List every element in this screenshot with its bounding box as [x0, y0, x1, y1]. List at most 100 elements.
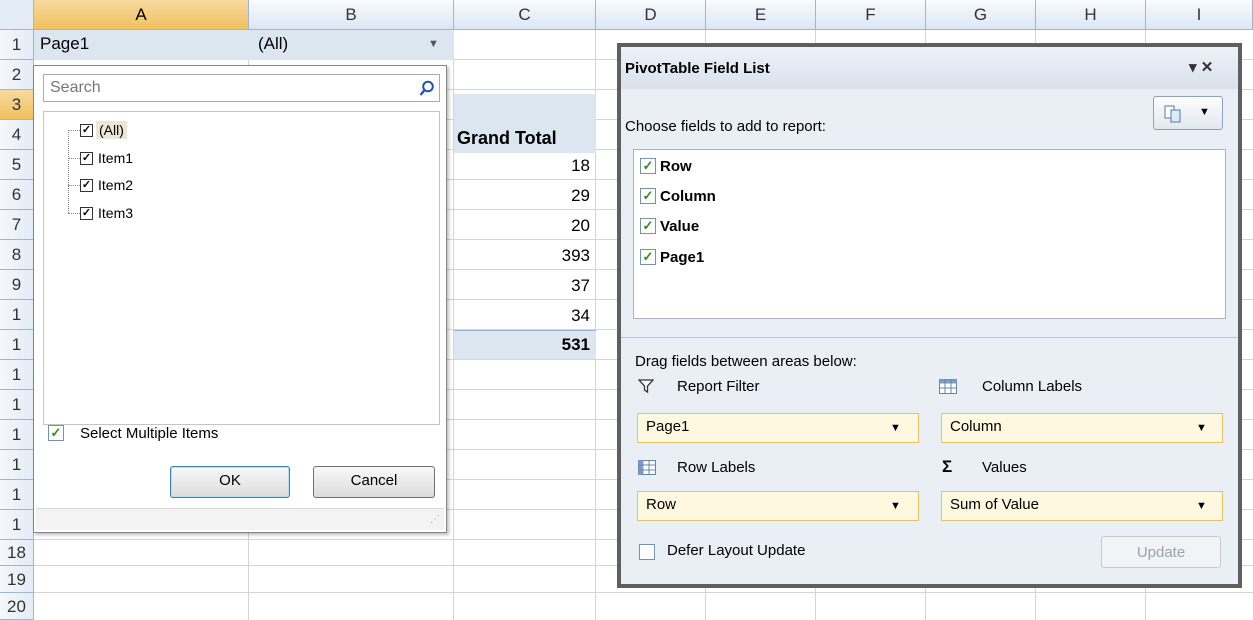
pivot-title-bar[interactable]: PivotTable Field List ▾ ✕ [621, 47, 1238, 89]
row-header-13[interactable]: 1 [0, 390, 34, 420]
grand-total-value-4[interactable]: 393 [454, 246, 590, 266]
filter-item-item1[interactable]: ✓ Item1 [80, 148, 160, 170]
grand-total-sum[interactable]: 531 [454, 335, 590, 355]
grand-total-value-2[interactable]: 29 [454, 186, 590, 206]
drag-fields-label: Drag fields between areas below: [635, 353, 857, 370]
filter-funnel-icon [638, 379, 654, 394]
field-list: ✓ Row ✓ Column ✓ Value ✓ Page1 [633, 149, 1226, 319]
column-header-f[interactable]: F [816, 0, 926, 30]
pivot-page-filter-row [34, 30, 454, 60]
row-header-19[interactable]: 19 [0, 566, 34, 593]
row-header-17[interactable]: 1 [0, 510, 34, 540]
filter-item-all-checkbox[interactable]: ✓ [80, 124, 93, 137]
filter-item-item2-checkbox[interactable]: ✓ [80, 179, 93, 192]
column-labels-label: Column Labels [982, 378, 1083, 395]
defer-layout-label[interactable]: Defer Layout Update [667, 542, 805, 559]
defer-layout-checkbox[interactable] [639, 544, 655, 560]
sigma-icon: Σ [942, 457, 953, 476]
values-label: Values [982, 459, 1027, 476]
cell-b1[interactable]: (All) [258, 34, 288, 54]
search-box[interactable]: Search [43, 74, 440, 102]
row-header-18[interactable]: 18 [0, 540, 34, 566]
grand-total-value-3[interactable]: 20 [454, 216, 590, 236]
field-value-label: Value [660, 218, 700, 235]
column-header-d[interactable]: D [596, 0, 706, 30]
update-button[interactable]: Update [1101, 536, 1221, 568]
grand-total-value-6[interactable]: 34 [454, 306, 590, 326]
column-header-a[interactable]: A [34, 0, 249, 30]
row-header-6[interactable]: 6 [0, 180, 34, 210]
select-all-corner[interactable] [0, 0, 34, 30]
report-filter-arrow-icon: ▼ [890, 422, 901, 434]
column-header-i[interactable]: I [1146, 0, 1253, 30]
field-row-label: Row [660, 158, 692, 175]
column-header-c[interactable]: C [454, 0, 596, 30]
row-labels-label: Row Labels [677, 459, 756, 476]
row-header-15[interactable]: 1 [0, 450, 34, 480]
row-header-11[interactable]: 1 [0, 330, 34, 360]
row-header-12[interactable]: 1 [0, 360, 34, 390]
row-header-14[interactable]: 1 [0, 420, 34, 450]
column-header-e[interactable]: E [706, 0, 816, 30]
filter-item-tree: ✓ (All) ✓ Item1 ✓ Item2 ✓ Item3 [43, 111, 440, 425]
row-header-7[interactable]: 7 [0, 210, 34, 240]
filter-item-item2-label: Item2 [98, 177, 134, 193]
select-multiple-label[interactable]: Select Multiple Items [80, 425, 218, 442]
field-value-checkbox[interactable]: ✓ [640, 218, 656, 234]
filter-item-all-label: (All) [96, 121, 127, 139]
layout-options-button[interactable]: ▼ [1153, 96, 1223, 130]
filter-item-item1-checkbox[interactable]: ✓ [80, 152, 93, 165]
resize-grip-icon[interactable]: ⋰ [430, 514, 440, 525]
report-filter-dropdown[interactable]: Page1 ▼ [637, 413, 919, 443]
filter-item-item3-label: Item3 [98, 205, 134, 221]
filter-item-item3-checkbox[interactable]: ✓ [80, 207, 93, 220]
field-page1-label: Page1 [660, 249, 705, 266]
column-header-b[interactable]: B [249, 0, 454, 30]
ok-button[interactable]: OK [170, 466, 290, 498]
row-header-4[interactable]: 4 [0, 120, 34, 150]
row-header-1[interactable]: 1 [0, 30, 34, 60]
field-page1-checkbox[interactable]: ✓ [640, 249, 656, 265]
field-row-checkbox[interactable]: ✓ [640, 158, 656, 174]
title-menu-close-icon[interactable]: ▾ ✕ [1189, 58, 1213, 76]
row-header-3[interactable]: 3 [0, 90, 34, 120]
splitter[interactable] [621, 337, 1238, 338]
column-labels-dropdown[interactable]: Column ▼ [941, 413, 1223, 443]
values-arrow-icon: ▼ [1196, 500, 1207, 512]
row-labels-dropdown[interactable]: Row ▼ [637, 491, 919, 521]
filter-item-item1-label: Item1 [98, 150, 134, 166]
search-icon[interactable] [419, 80, 435, 98]
grand-total-value-1[interactable]: 18 [454, 156, 590, 176]
row-header-16[interactable]: 1 [0, 480, 34, 510]
field-column-checkbox[interactable]: ✓ [640, 188, 656, 204]
report-filter-value: Page1 [646, 418, 690, 435]
grand-total-value-5[interactable]: 37 [454, 276, 590, 296]
filter-item-item2[interactable]: ✓ Item2 [80, 175, 160, 197]
page-filter-dropdown-arrow-icon[interactable]: ▼ [428, 38, 439, 50]
select-multiple-checkbox[interactable]: ✓ [48, 425, 64, 441]
filter-dropdown: Search ✓ (All) ✓ Item1 ✓ Item2 ✓ Item3 ✓… [33, 65, 447, 533]
row-labels-value: Row [646, 496, 677, 513]
grand-total-header[interactable]: Grand Total [457, 128, 557, 149]
field-list-layout-icon [1164, 105, 1181, 123]
layout-dropdown-arrow-icon: ▼ [1199, 106, 1210, 118]
row-header-20[interactable]: 20 [0, 593, 34, 620]
column-header-h[interactable]: H [1036, 0, 1146, 30]
cancel-button[interactable]: Cancel [313, 466, 435, 498]
column-header-g[interactable]: G [926, 0, 1036, 30]
field-column-label: Column [660, 188, 716, 205]
filter-item-item3[interactable]: ✓ Item3 [80, 203, 160, 225]
filter-item-all[interactable]: ✓ (All) [80, 120, 160, 142]
row-header-5[interactable]: 5 [0, 150, 34, 180]
values-dropdown[interactable]: Sum of Value ▼ [941, 491, 1223, 521]
row-header-10[interactable]: 1 [0, 300, 34, 330]
column-labels-arrow-icon: ▼ [1196, 422, 1207, 434]
column-labels-value: Column [950, 418, 1002, 435]
search-placeholder[interactable]: Search [50, 79, 101, 97]
row-header-8[interactable]: 8 [0, 240, 34, 270]
cell-a1[interactable]: Page1 [40, 34, 89, 54]
report-filter-label: Report Filter [677, 378, 760, 395]
pivot-panel-body: ▼ Choose fields to add to report: ✓ Row … [621, 89, 1238, 584]
row-header-2[interactable]: 2 [0, 60, 34, 90]
row-header-9[interactable]: 9 [0, 270, 34, 300]
